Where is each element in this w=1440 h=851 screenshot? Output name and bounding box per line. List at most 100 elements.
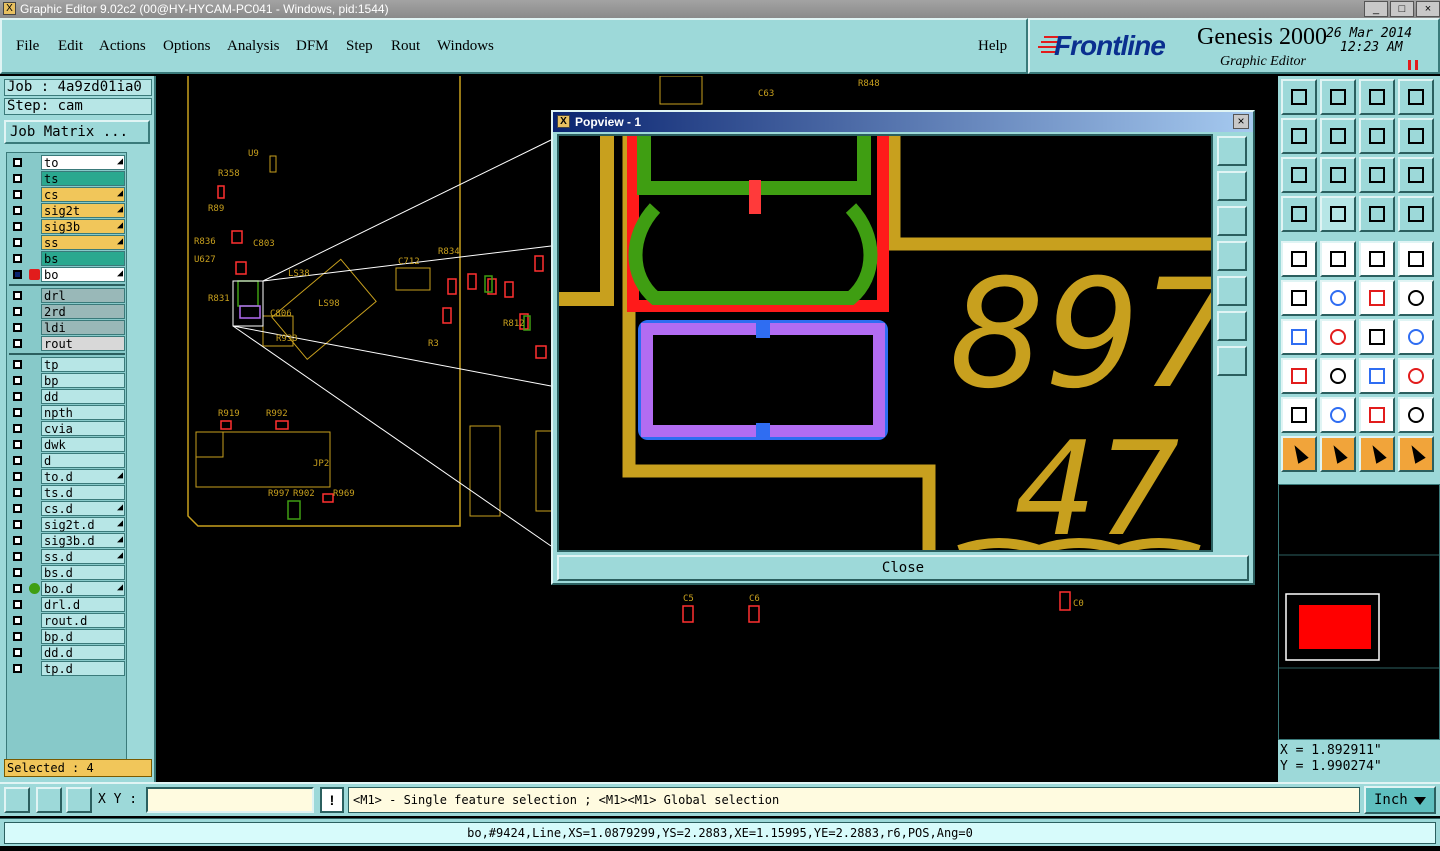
layer-menu-icon[interactable]: ◢ <box>117 517 123 531</box>
snap-icon[interactable] <box>4 787 30 813</box>
layer-name[interactable]: cs <box>41 187 125 202</box>
layer-menu-icon[interactable]: ◢ <box>117 219 123 233</box>
layer-checkbox[interactable] <box>13 520 22 529</box>
popview-zoom-in-icon[interactable] <box>1217 136 1247 166</box>
select-icon[interactable] <box>1281 397 1317 433</box>
xy-input[interactable] <box>146 787 314 813</box>
line-icon[interactable] <box>1359 157 1395 193</box>
layer-checkbox[interactable] <box>13 584 22 593</box>
layer-row-cs-d[interactable]: cs.d ◢ <box>9 501 125 516</box>
layer-checkbox[interactable] <box>13 664 22 673</box>
layer-name[interactable]: dwk <box>41 437 125 452</box>
menu-step[interactable]: Step <box>346 38 373 55</box>
layer-name[interactable]: rout.d <box>41 613 125 628</box>
popview-close-button[interactable]: Close <box>557 555 1249 581</box>
layer-row-rout-d[interactable]: rout.d <box>9 613 125 628</box>
layer-checkbox[interactable] <box>13 190 22 199</box>
layer-checkbox[interactable] <box>13 632 22 641</box>
pause-icon[interactable] <box>1408 60 1418 70</box>
layer-row-drl[interactable]: drl <box>9 288 125 303</box>
move-icon[interactable] <box>1320 397 1356 433</box>
layer-row-bs[interactable]: bs <box>9 251 125 266</box>
surface-icon[interactable] <box>1281 196 1317 232</box>
net-icon[interactable] <box>1359 397 1395 433</box>
layer-checkbox[interactable] <box>13 456 22 465</box>
grid-icon[interactable] <box>1359 118 1395 154</box>
menu-rout[interactable]: Rout <box>391 38 420 55</box>
layer-checkbox[interactable] <box>13 270 22 279</box>
layer-name[interactable]: ss.d <box>41 549 125 564</box>
layer-name[interactable]: tp <box>41 357 125 372</box>
layer-name[interactable]: tp.d <box>41 661 125 676</box>
layer-name[interactable]: sig2t.d <box>41 517 125 532</box>
query-icon[interactable] <box>1398 280 1434 316</box>
layer-row-d[interactable]: d <box>9 453 125 468</box>
layer-name[interactable]: to <box>41 155 125 170</box>
layer-checkbox[interactable] <box>13 600 22 609</box>
layer-name[interactable]: bo <box>41 267 125 282</box>
popview-right-icon[interactable] <box>1217 276 1247 306</box>
undo-icon[interactable] <box>1359 436 1395 472</box>
layer-checkbox[interactable] <box>13 648 22 657</box>
layer-name[interactable]: ss <box>41 235 125 250</box>
menu-dfm[interactable]: DFM <box>296 38 329 55</box>
layer-row-bo-d[interactable]: bo.d ◢ <box>9 581 125 596</box>
layer-checkbox[interactable] <box>13 238 22 247</box>
layer-menu-icon[interactable]: ◢ <box>117 203 123 217</box>
layer-name[interactable]: 2rd <box>41 304 125 319</box>
layer-menu-icon[interactable]: ◢ <box>117 187 123 201</box>
line-icon[interactable] <box>1281 358 1317 394</box>
select-icon[interactable] <box>1359 196 1395 232</box>
layer-checkbox[interactable] <box>13 291 22 300</box>
popview-center-icon[interactable] <box>1217 346 1247 376</box>
layer-name[interactable]: drl.d <box>41 597 125 612</box>
layer-checkbox[interactable] <box>13 376 22 385</box>
layer-checkbox[interactable] <box>13 323 22 332</box>
zoom-home-icon[interactable] <box>1320 436 1356 472</box>
home-icon[interactable] <box>1359 241 1395 277</box>
layer-menu-icon[interactable]: ◢ <box>117 267 123 281</box>
layer-row-bp[interactable]: bp <box>9 373 125 388</box>
popview-close-icon[interactable]: × <box>1233 114 1249 129</box>
undo-icon[interactable] <box>1359 79 1395 115</box>
layer-checkbox[interactable] <box>13 616 22 625</box>
menu-help[interactable]: Help <box>978 38 1007 55</box>
layer-row-bo[interactable]: bo ◢ <box>9 267 125 282</box>
info-button[interactable]: ! <box>320 787 344 813</box>
text-icon[interactable] <box>1320 196 1356 232</box>
popview-fit-icon[interactable] <box>1217 311 1247 341</box>
zoom-home-icon[interactable] <box>1320 79 1356 115</box>
layer-checkbox[interactable] <box>13 408 22 417</box>
popview-viewport[interactable]: 897 47 <box>557 134 1213 552</box>
layer-checkbox[interactable] <box>13 552 22 561</box>
layer-name[interactable]: bs <box>41 251 125 266</box>
layer-name[interactable]: bp <box>41 373 125 388</box>
layer-checkbox[interactable] <box>13 568 22 577</box>
layer-row-dd[interactable]: dd <box>9 389 125 404</box>
navigator-map[interactable] <box>1279 485 1439 739</box>
close-window-button[interactable]: × <box>1416 1 1440 17</box>
layer-menu-icon[interactable]: ◢ <box>117 235 123 249</box>
layer-menu-icon[interactable]: ◢ <box>117 469 123 483</box>
measure-icon[interactable] <box>36 787 62 813</box>
layer-name[interactable]: to.d <box>41 469 125 484</box>
layer-row-ts[interactable]: ts <box>9 171 125 186</box>
layer-checkbox[interactable] <box>13 158 22 167</box>
popview-up-icon[interactable] <box>1217 171 1247 201</box>
layer-name[interactable]: ts.d <box>41 485 125 500</box>
layer-checkbox[interactable] <box>13 488 22 497</box>
popview-down-icon[interactable] <box>1217 206 1247 236</box>
layer-name[interactable]: cvia <box>41 421 125 436</box>
layer-icon[interactable] <box>1320 319 1356 355</box>
layer-checkbox[interactable] <box>13 472 22 481</box>
arc-icon[interactable] <box>1320 358 1356 394</box>
layer-row-sig3b[interactable]: sig3b ◢ <box>9 219 125 234</box>
ratio-icon[interactable] <box>1359 280 1395 316</box>
layer-menu-icon[interactable]: ◢ <box>117 549 123 563</box>
layer-checkbox[interactable] <box>13 440 22 449</box>
feature-icon[interactable] <box>1359 319 1395 355</box>
job-matrix-button[interactable]: Job Matrix ... <box>4 120 150 144</box>
menu-options[interactable]: Options <box>163 38 211 55</box>
feature-icon[interactable] <box>1281 157 1317 193</box>
popview-zoom[interactable]: 897 47 <box>559 136 1211 550</box>
